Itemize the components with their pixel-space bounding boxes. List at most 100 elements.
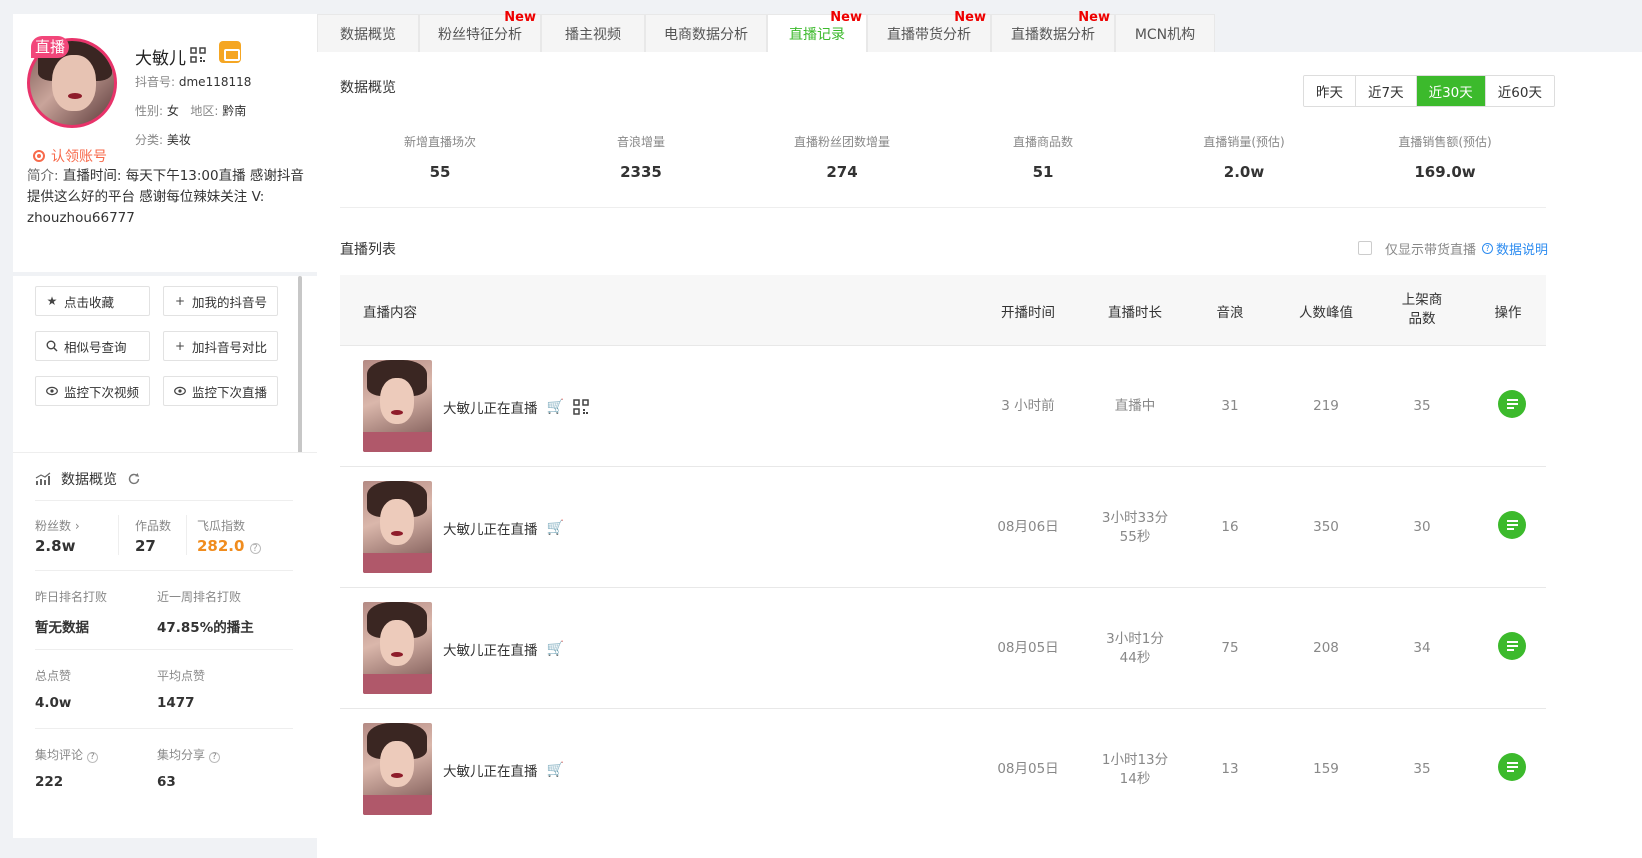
live-cover-image[interactable]	[363, 723, 432, 815]
eye-icon	[174, 385, 186, 397]
account-name: 大敏儿	[135, 49, 186, 69]
detail-button[interactable]	[1498, 753, 1526, 781]
add-compare-button[interactable]: + 加抖音号对比	[163, 331, 278, 361]
data-overview-panel: 数据概览 粉丝数 › 2.8w 作品数 27 飞瓜指数 282.0 ? 昨日排名…	[13, 452, 317, 838]
peak-viewers: 350	[1313, 519, 1339, 535]
live-title[interactable]: 大敏儿正在直播	[443, 397, 538, 417]
duration: 1小时13分14秒	[1101, 751, 1169, 787]
live-title[interactable]: 大敏儿正在直播	[443, 639, 538, 659]
tab-fans-analysis[interactable]: 粉丝特征分析 New	[419, 10, 541, 52]
help-icon[interactable]: ?	[208, 752, 220, 763]
table-header: 直播内容 开播时间 直播时长 音浪 人数峰值 上架商品数 操作	[340, 275, 1546, 346]
live-title[interactable]: 大敏儿正在直播	[443, 760, 538, 780]
plus-icon: +	[174, 339, 186, 353]
section-title-live-list: 直播列表	[340, 242, 396, 258]
detail-button[interactable]	[1498, 390, 1526, 418]
avg-comments-value: 222	[35, 774, 64, 790]
tab-live-data[interactable]: 直播数据分析 New	[991, 10, 1115, 52]
yday-rank-value: 暂无数据	[35, 620, 89, 636]
star-icon: ★	[46, 294, 58, 308]
shop-icon[interactable]	[219, 41, 241, 63]
new-badge: New	[830, 10, 862, 25]
kpi-fan-club: 直播粉丝团数增量 274	[793, 135, 890, 181]
range-60days[interactable]: 近60天	[1485, 76, 1554, 106]
claim-account-link[interactable]: 认领账号	[33, 146, 107, 166]
col-goods-count: 上架商品数	[1401, 292, 1443, 327]
avg-likes-label: 平均点赞	[157, 669, 206, 683]
col-duration: 直播时长	[1108, 305, 1162, 321]
sound-wave: 13	[1221, 761, 1239, 777]
help-icon[interactable]: ?	[249, 543, 261, 554]
similar-search-button[interactable]: 相似号查询	[35, 331, 150, 361]
start-time: 08月05日	[997, 640, 1059, 656]
qr-code-icon[interactable]	[573, 398, 589, 415]
gender-region: 性别: 女 地区: 黔南	[135, 104, 247, 118]
sound-wave: 16	[1221, 519, 1239, 535]
sound-wave: 31	[1221, 398, 1239, 414]
chart-icon	[35, 472, 51, 485]
kpi-new-lives: 新增直播场次 55	[403, 135, 476, 181]
table-row[interactable]: 大敏儿正在直播 🛒 08月05日 1小时13分14秒 13 159 35	[340, 709, 1546, 858]
tab-live-sales[interactable]: 直播带货分析 New	[867, 10, 991, 52]
goods-count: 35	[1413, 398, 1431, 414]
kpi-sales-amount: 直播销售额(预估) 169.0w	[1398, 135, 1492, 181]
tab-ecommerce[interactable]: 电商数据分析	[645, 14, 767, 52]
week-rank-label: 近一周排名打败	[157, 590, 242, 604]
add-my-account-button[interactable]: + 加我的抖音号	[163, 286, 278, 316]
favorite-button[interactable]: ★ 点击收藏	[35, 286, 150, 316]
works-value: 27	[135, 537, 156, 555]
monitor-video-button[interactable]: 监控下次视频	[35, 376, 150, 406]
date-range-selector: 昨天 近7天 近30天 近60天	[1303, 75, 1555, 107]
tab-creator-videos[interactable]: 播主视频	[541, 14, 645, 52]
live-title[interactable]: 大敏儿正在直播	[443, 518, 538, 538]
divider	[340, 207, 1546, 208]
peak-viewers: 208	[1313, 640, 1339, 656]
profile-intro: 简介: 直播时间: 每天下午13:00直播 感谢抖音提供这么好的平台 感谢每位辣…	[27, 168, 304, 226]
only-goods-checkbox[interactable]	[1358, 241, 1372, 255]
avg-likes-value: 1477	[157, 695, 195, 711]
index-value: 282.0 ?	[197, 537, 261, 555]
live-cover-image[interactable]	[363, 602, 432, 694]
plus-icon: +	[174, 294, 186, 308]
range-yesterday[interactable]: 昨天	[1304, 76, 1356, 106]
live-cover-image[interactable]	[363, 360, 432, 452]
col-sound-wave: 音浪	[1216, 305, 1244, 321]
help-icon[interactable]: ?	[86, 752, 98, 763]
cart-icon: 🛒	[546, 519, 564, 536]
avg-comments-label: 集均评论 ?	[35, 746, 98, 763]
duration: 直播中	[1114, 398, 1156, 414]
table-row[interactable]: 大敏儿正在直播 🛒 08月05日 3小时1分44秒 75 208 34	[340, 588, 1546, 709]
detail-button[interactable]	[1498, 511, 1526, 539]
monitor-live-button[interactable]: 监控下次直播	[163, 376, 278, 406]
detail-button[interactable]	[1498, 632, 1526, 660]
goods-count: 34	[1413, 640, 1431, 656]
table-row[interactable]: 大敏儿正在直播 🛒 3 小时前 直播中 31 219 35	[340, 346, 1546, 467]
only-goods-label[interactable]: 仅显示带货直播	[1385, 239, 1476, 258]
peak-viewers: 159	[1313, 761, 1339, 777]
live-cover-image[interactable]	[363, 481, 432, 573]
col-operation: 操作	[1494, 305, 1522, 321]
tab-bar: 数据概览 粉丝特征分析 New 播主视频 电商数据分析 直播记录 New 直播带货分…	[317, 10, 1642, 52]
works-label: 作品数	[135, 519, 172, 533]
week-rank-value: 47.85%的播主	[157, 620, 254, 636]
tab-mcn[interactable]: MCN机构	[1115, 14, 1215, 52]
table-row[interactable]: 大敏儿正在直播 🛒 08月06日 3小时33分55秒 16 350 30	[340, 467, 1546, 588]
range-30days[interactable]: 近30天	[1416, 76, 1486, 106]
qr-code-icon[interactable]	[190, 47, 206, 63]
question-icon: ?	[1482, 243, 1493, 254]
data-help-link[interactable]: ? 数据说明	[1482, 239, 1548, 258]
goods-count: 35	[1413, 761, 1431, 777]
kpi-goods-count: 直播商品数 51	[1012, 135, 1073, 181]
yday-rank-label: 昨日排名打败	[35, 590, 108, 604]
range-7days[interactable]: 近7天	[1356, 76, 1417, 106]
new-badge: New	[954, 10, 986, 25]
tab-live-records[interactable]: 直播记录 New	[767, 10, 867, 52]
tab-data-overview[interactable]: 数据概览	[317, 14, 419, 52]
live-badge: 直播	[31, 36, 69, 58]
refresh-icon[interactable]	[127, 472, 141, 486]
fans-label[interactable]: 粉丝数 ›	[35, 517, 80, 534]
profile-card: 直播 认领账号 大敏儿 抖音号: dme118118 性别: 女 地区: 黔南 …	[13, 14, 317, 272]
overview-title: 数据概览	[35, 469, 141, 489]
fans-value: 2.8w	[35, 537, 76, 555]
douyin-id: 抖音号: dme118118	[135, 75, 252, 89]
